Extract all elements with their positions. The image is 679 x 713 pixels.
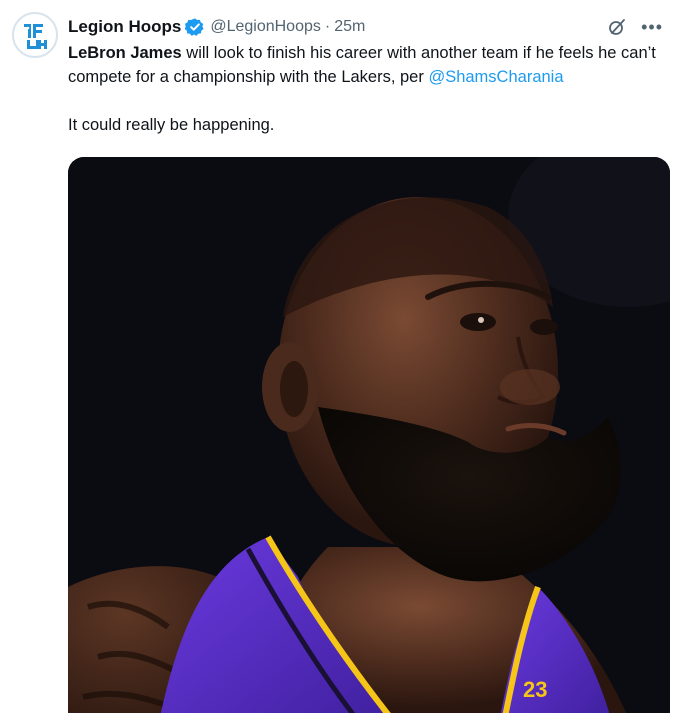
tweet-photo[interactable]: 23 [68, 157, 670, 713]
mention-link[interactable]: @ShamsCharania [428, 68, 563, 86]
account-handle[interactable]: @LegionHoops [210, 18, 321, 36]
tweet-text: LeBron James will look to finish his car… [68, 41, 668, 137]
tweet[interactable]: Legion Hoops @LegionHoops · 25m ••• LeBr… [0, 0, 679, 713]
avatar[interactable] [12, 12, 58, 58]
tweet-subject: LeBron James [68, 44, 182, 62]
verified-badge-icon [185, 18, 204, 36]
header-actions: ••• [607, 17, 663, 37]
tweet-header: Legion Hoops @LegionHoops · 25m ••• [68, 15, 663, 39]
grok-icon[interactable] [607, 17, 627, 37]
separator-dot: · [324, 18, 331, 35]
more-options-icon[interactable]: ••• [641, 18, 663, 36]
player-photo-illustration: 23 [68, 157, 670, 713]
timestamp[interactable]: 25m [334, 18, 365, 36]
tweet-second-paragraph: It could really be happening. [68, 116, 275, 134]
account-name[interactable]: Legion Hoops [68, 17, 181, 37]
legion-hoops-logo-icon [20, 20, 50, 50]
tweet-first-paragraph: LeBron James will look to finish his car… [68, 41, 668, 89]
jersey-number: 23 [523, 677, 547, 702]
